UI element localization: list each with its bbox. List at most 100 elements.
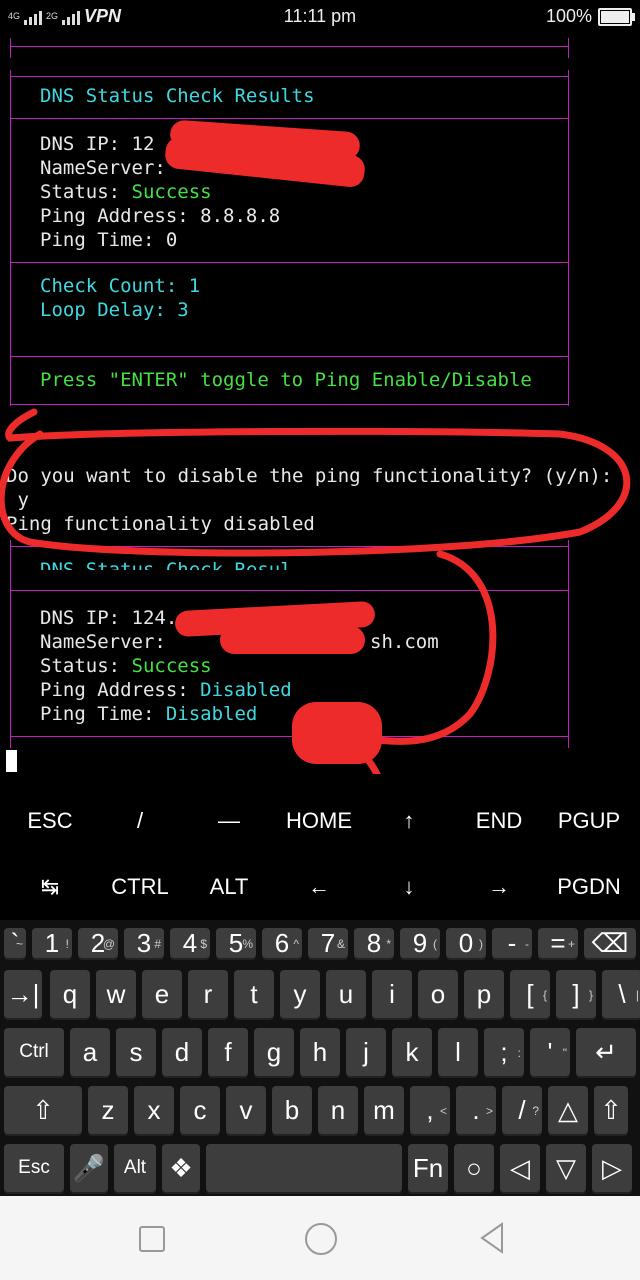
down-arrow-key[interactable]: ↓ xyxy=(364,874,454,900)
key-4[interactable]: f xyxy=(208,1028,248,1076)
key-2[interactable]: 2 @ xyxy=(78,928,118,958)
shift-key[interactable]: ⇧ xyxy=(4,1086,82,1134)
circle-key[interactable]: ○ xyxy=(454,1144,494,1192)
key-2[interactable]: s xyxy=(116,1028,156,1076)
key-11[interactable]: ' " xyxy=(530,1028,570,1076)
key-7[interactable]: 7 & xyxy=(308,928,348,958)
back-button[interactable] xyxy=(478,1222,506,1254)
down-key[interactable]: ▽ xyxy=(546,1144,586,1192)
tab-key[interactable]: →| xyxy=(4,970,42,1018)
key-11[interactable]: -- xyxy=(492,928,532,958)
key-\[interactable]: \ | xyxy=(602,970,640,1018)
soft-keyboard: ` ~1! 2 @3 #4 $5% 6 ^ 7 & 8 * 9(0) - - = + ⌫ →| q w e r t y u i o p[… xyxy=(0,920,640,1196)
end-key[interactable]: END xyxy=(454,808,544,834)
dns-ip-line-2: DNS IP: 124. xyxy=(40,607,178,629)
key-3[interactable]: 3 # xyxy=(124,928,164,958)
status-line: Status: Success xyxy=(40,181,212,203)
pgup-key[interactable]: PGUP xyxy=(544,808,634,834)
key-10[interactable]: /? xyxy=(502,1086,542,1134)
recents-button[interactable] xyxy=(139,1226,165,1252)
nameserver-line: NameServer: xyxy=(40,157,178,179)
key-7[interactable]: j xyxy=(346,1028,386,1076)
slash-key[interactable]: / xyxy=(95,808,185,834)
enter-key[interactable]: ↵ xyxy=(576,1028,636,1076)
key-y[interactable]: y xyxy=(280,970,320,1018)
key-8[interactable]: k xyxy=(392,1028,432,1076)
redaction-mark xyxy=(220,626,365,654)
key-5[interactable]: b xyxy=(272,1086,312,1134)
right-arrow-key[interactable]: → xyxy=(454,874,544,900)
left-key[interactable]: ◁ xyxy=(500,1144,540,1192)
key-u[interactable]: u xyxy=(326,970,366,1018)
shift-right-key[interactable]: ⇧ xyxy=(594,1086,628,1134)
key-9[interactable]: l xyxy=(438,1028,478,1076)
loop-delay-line: Loop Delay: 3 xyxy=(40,299,189,321)
key-o[interactable]: o xyxy=(418,970,458,1018)
key-t[interactable]: t xyxy=(234,970,274,1018)
key-9[interactable]: 9( xyxy=(400,928,440,958)
dash-key[interactable]: — xyxy=(184,808,274,834)
backspace-key[interactable]: ⌫ xyxy=(584,928,636,958)
key-][interactable]: ]} xyxy=(556,970,596,1018)
key-0[interactable]: ` ~ xyxy=(4,928,26,958)
key-e[interactable]: e xyxy=(142,970,182,1018)
key-1[interactable]: 1! xyxy=(32,928,72,958)
space-bar[interactable] xyxy=(206,1144,402,1192)
key-11[interactable]: △ xyxy=(548,1086,588,1134)
key-1[interactable]: z xyxy=(88,1086,128,1134)
box-border xyxy=(10,546,568,547)
microphone-icon[interactable]: 🎤 xyxy=(70,1144,108,1192)
esc-key[interactable]: Esc xyxy=(4,1144,64,1192)
key-4[interactable]: 4 $ xyxy=(170,928,210,958)
key-4[interactable]: v xyxy=(226,1086,266,1134)
ctrl-key[interactable]: CTRL xyxy=(95,874,185,900)
terminal-view[interactable]: DNS Status Check Results DNS IP: 12 Name… xyxy=(0,34,640,774)
fn-key[interactable]: Fn xyxy=(408,1144,448,1192)
box-border xyxy=(10,46,568,47)
key-6[interactable]: h xyxy=(300,1028,340,1076)
key-8[interactable]: , < xyxy=(410,1086,450,1134)
alt-key[interactable]: ALT xyxy=(184,874,274,900)
key-i[interactable]: i xyxy=(372,970,412,1018)
key-1[interactable]: a xyxy=(70,1028,110,1076)
key-q[interactable]: q xyxy=(50,970,90,1018)
key-10[interactable]: 0) xyxy=(446,928,486,958)
key-6[interactable]: 6 ^ xyxy=(262,928,302,958)
key-2[interactable]: x xyxy=(134,1086,174,1134)
ctrl-key[interactable]: Ctrl xyxy=(4,1028,64,1076)
symbols-key[interactable]: ❖ xyxy=(162,1144,200,1192)
left-arrow-key[interactable]: ← xyxy=(274,874,364,900)
key-10[interactable]: ;: xyxy=(484,1028,524,1076)
up-arrow-key[interactable]: ↑ xyxy=(364,808,454,834)
key-8[interactable]: 8 * xyxy=(354,928,394,958)
home-key[interactable]: HOME xyxy=(274,808,364,834)
key-3[interactable]: c xyxy=(180,1086,220,1134)
key-5[interactable]: 5% xyxy=(216,928,256,958)
tab-key[interactable]: ↹ xyxy=(5,874,95,900)
esc-key[interactable]: ESC xyxy=(5,808,95,834)
pgdn-key[interactable]: PGDN xyxy=(544,874,634,900)
box-border xyxy=(10,76,568,77)
key-3[interactable]: d xyxy=(162,1028,202,1076)
navigation-bar xyxy=(0,1196,640,1280)
redaction-mark xyxy=(292,702,382,764)
press-enter-hint: Press "ENTER" toggle to Ping Enable/Disa… xyxy=(40,369,532,391)
key-7[interactable]: m xyxy=(364,1086,404,1134)
ping-address-line: Ping Address: 8.8.8.8 xyxy=(40,205,281,227)
key-9[interactable]: . > xyxy=(456,1086,496,1134)
terminal-cursor xyxy=(6,750,17,772)
alt-key[interactable]: Alt xyxy=(114,1144,156,1192)
key-w[interactable]: w xyxy=(96,970,136,1018)
key-12[interactable]: = + xyxy=(538,928,578,958)
key-r[interactable]: r xyxy=(188,970,228,1018)
right-key[interactable]: ▷ xyxy=(592,1144,632,1192)
home-button[interactable] xyxy=(305,1223,337,1255)
key-6[interactable]: n xyxy=(318,1086,358,1134)
prompt-question: Do you want to disable the ping function… xyxy=(6,465,613,487)
key-5[interactable]: g xyxy=(254,1028,294,1076)
status-line-2: Status: Success xyxy=(40,655,212,677)
clock: 11:11 pm xyxy=(283,6,357,26)
key-[[interactable]: [{ xyxy=(510,970,550,1018)
ping-time-line-2: Ping Time: Disabled xyxy=(40,703,258,725)
key-p[interactable]: p xyxy=(464,970,504,1018)
